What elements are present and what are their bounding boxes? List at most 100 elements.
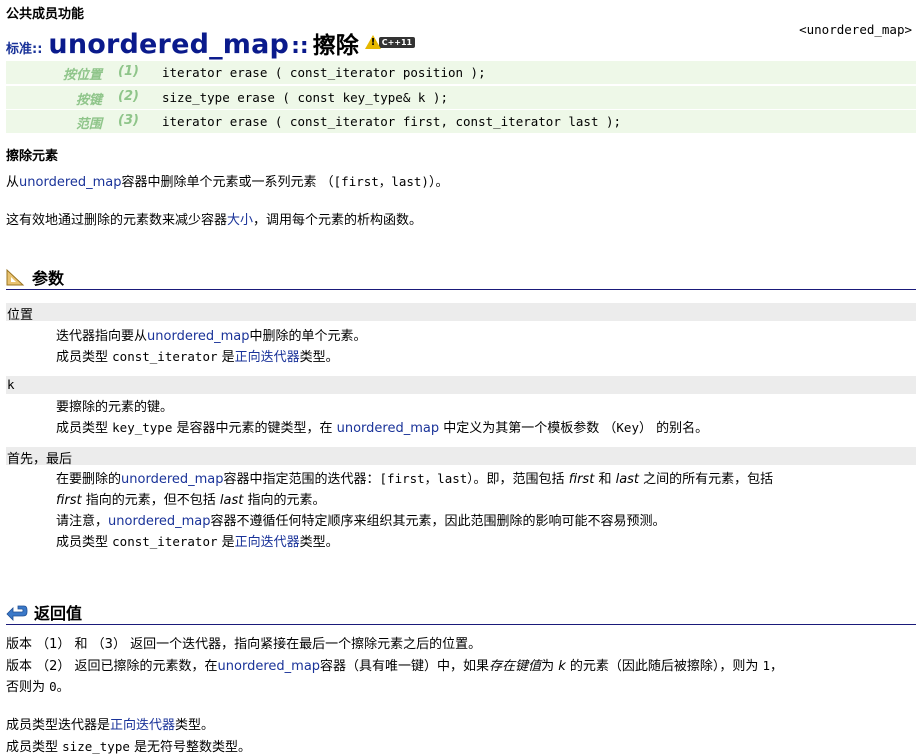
code-text: key_type [112,420,173,435]
text: 指向的元素。 [243,493,326,508]
text: 指向的元素，但不包括 [81,493,220,508]
text: 是 [217,535,235,550]
param-desc-line: first 指向的元素，但不包括 last 指向的元素。 [56,489,325,508]
text: 版本 （2） 返回已擦除的元素数，在 [6,659,218,674]
text: 容器不遵循任何特定顺序来组织其元素，因此范围删除的影响可能不容易预测。 [210,514,666,529]
unordered-map-link[interactable]: unordered_map [337,421,440,436]
text: 容器中删除单个元素或一系列元素 （ [121,175,334,190]
page-title: 标准:: unordered_map :: 擦除 ! C++11 [6,26,416,60]
warning-icon: ! [364,35,381,49]
text: 类型。 [299,350,339,365]
code-text: const_iterator [112,534,218,549]
text: 是无符号整数类型。 [129,740,252,755]
unordered-map-link[interactable]: unordered_map [19,175,122,190]
prototype-label: 按键 [75,93,102,108]
return-line: 版本 （2） 返回已擦除的元素数，在unordered_map容器（具有唯一键）… [6,655,783,674]
cpp11-badge: ! C++11 [364,35,416,49]
return-arrow-icon [6,605,28,621]
text: ）。 [428,175,449,190]
function-name: 擦除 [312,33,359,59]
text: ） 的别名。 [638,421,709,436]
param-name-bar: k [6,376,916,394]
text: 。即，范围包括 [473,472,569,487]
param-desc-line: 成员类型 key_type 是容器中元素的键类型，在 unordered_map… [56,417,708,436]
header-file-link[interactable]: <unordered_map> [799,22,912,37]
text: ， [770,659,784,674]
param-name: 位置 [7,308,34,323]
text: 这有效地通过删除的元素数来减少容器 [6,213,228,228]
text: 成员类型 [56,535,113,550]
ruler-icon [6,268,25,286]
param-desc-line: 在要删除的unordered_map容器中指定范围的迭代器：[first，las… [56,468,773,487]
text: 容器中指定范围的迭代器： [223,472,380,487]
text: 否则为 [6,680,50,695]
text: 成员类型 [6,740,63,755]
text: 请注意， [56,514,109,529]
class-name-link[interactable]: unordered_map [48,29,289,60]
prototype-row: 按位置 (1) iterator erase ( const_iterator … [6,61,916,84]
prototype-label: 范围 [75,117,102,132]
code-text: const_iterator [112,349,218,364]
text: 迭代器指向要从 [56,329,148,344]
text: 类型。 [175,718,215,733]
text: 为 [541,659,559,674]
namespace-link[interactable]: 标准:: [6,38,42,57]
text: first [568,472,595,487]
description-heading: 擦除元素 [6,149,59,164]
text: first [56,493,82,508]
prototype-code: iterator erase ( const_iterator first, c… [162,114,622,129]
code-text: [first，last） [379,471,474,486]
text: k [558,659,566,674]
code-text: [first，last) [333,174,429,189]
return-line: 否则为 0。 [6,676,70,695]
code-text: Key [616,420,639,435]
text: 成员类型 [56,421,113,436]
forward-iterator-link[interactable]: 正向迭代器 [235,350,300,365]
text: 从 [6,175,20,190]
prototype-code: size_type erase ( const key_type& k ); [162,90,448,105]
text: 。 [56,680,70,695]
param-desc-line: 迭代器指向要从unordered_map中删除的单个元素。 [56,325,367,344]
text: 中删除的单个元素。 [249,329,367,344]
section-divider [6,289,916,290]
text: last [219,493,244,508]
param-name-bar: 位置 [6,303,916,323]
prototype-code: iterator erase ( const_iterator position… [162,65,486,80]
cpp11-label: C++11 [378,36,416,48]
prototype-number: (1) [118,64,139,79]
text: 存在键值 [489,659,542,674]
text: 在要删除的 [56,472,122,487]
return-line: 成员类型迭代器是正向迭代器类型。 [6,714,214,733]
prototype-row: 范围 (3) iterator erase ( const_iterator f… [6,110,916,133]
prototype-number: (3) [118,113,139,128]
description-line: 从unordered_map容器中删除单个元素或一系列元素 （[first，la… [6,171,448,190]
scope-separator: :: [291,34,309,59]
code-text: 1 [762,658,771,673]
unordered-map-link[interactable]: unordered_map [108,514,211,529]
text: 是容器中元素的键类型，在 [172,421,337,436]
text: 容器（具有唯一键）中，如果 [320,659,490,674]
return-value-heading: 返回值 [6,600,82,624]
return-line: 成员类型 size_type 是无符号整数类型。 [6,736,251,755]
text: 中定义为其第一个模板参数 （ [439,421,617,436]
param-desc-line: 要擦除的元素的键。 [56,400,174,415]
unordered-map-link[interactable]: unordered_map [147,329,250,344]
forward-iterator-link[interactable]: 正向迭代器 [235,535,300,550]
unordered-map-link[interactable]: unordered_map [121,472,224,487]
forward-iterator-link[interactable]: 正向迭代器 [110,718,175,733]
param-desc-line: 成员类型 const_iterator 是正向迭代器类型。 [56,531,339,550]
text: 之间的所有元素，包括 [639,472,774,487]
return-value-title: 返回值 [34,604,83,623]
parameters-heading: 参数 [6,265,64,289]
text: 类型。 [299,535,339,550]
text: 成员类型 [56,350,113,365]
param-name-bar: 首先，最后 [6,447,916,467]
unordered-map-link[interactable]: unordered_map [218,659,321,674]
param-desc-line: 成员类型 const_iterator 是正向迭代器类型。 [56,346,339,365]
code-text: size_type [62,739,130,754]
section-divider [6,624,916,625]
size-link[interactable]: 大小 [227,213,253,228]
text: 成员类型迭代器是 [6,718,111,733]
text: 和 [594,472,616,487]
text: ，调用每个元素的析构函数。 [253,213,423,228]
